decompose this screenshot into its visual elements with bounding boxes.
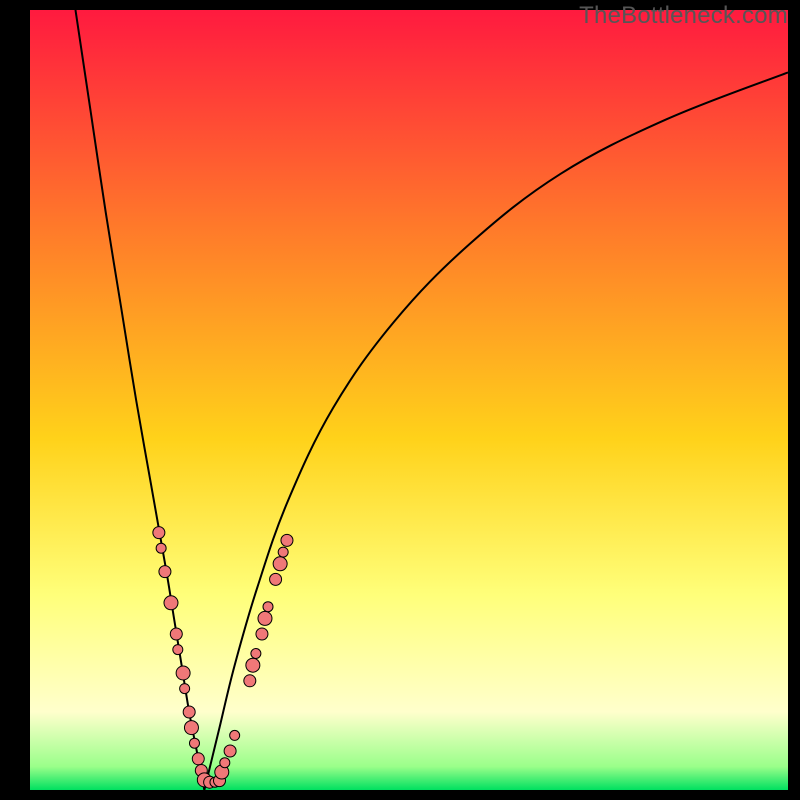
scatter-dot: [220, 758, 230, 768]
scatter-dot: [192, 753, 204, 765]
scatter-dot: [164, 596, 178, 610]
scatter-dot: [251, 649, 261, 659]
scatter-dot: [224, 745, 236, 757]
scatter-dot: [273, 557, 287, 571]
scatter-dot: [270, 573, 282, 585]
scatter-dot: [256, 628, 268, 640]
scatter-dot: [278, 547, 288, 557]
scatter-dot: [180, 684, 190, 694]
chart-frame: [30, 10, 788, 790]
scatter-dot: [281, 534, 293, 546]
scatter-dot: [244, 675, 256, 687]
scatter-dot: [153, 527, 165, 539]
scatter-dot: [156, 543, 166, 553]
bottleneck-plot: [30, 10, 788, 790]
gradient-background: [30, 10, 788, 790]
scatter-dot: [159, 566, 171, 578]
scatter-dot: [176, 666, 190, 680]
scatter-dot: [183, 706, 195, 718]
scatter-dot: [170, 628, 182, 640]
scatter-dot: [246, 658, 260, 672]
scatter-dot: [189, 738, 199, 748]
scatter-dot: [173, 645, 183, 655]
watermark-text: TheBottleneck.com: [579, 2, 788, 30]
scatter-dot: [230, 730, 240, 740]
scatter-dot: [263, 602, 273, 612]
scatter-dot: [184, 721, 198, 735]
scatter-dot: [258, 611, 272, 625]
